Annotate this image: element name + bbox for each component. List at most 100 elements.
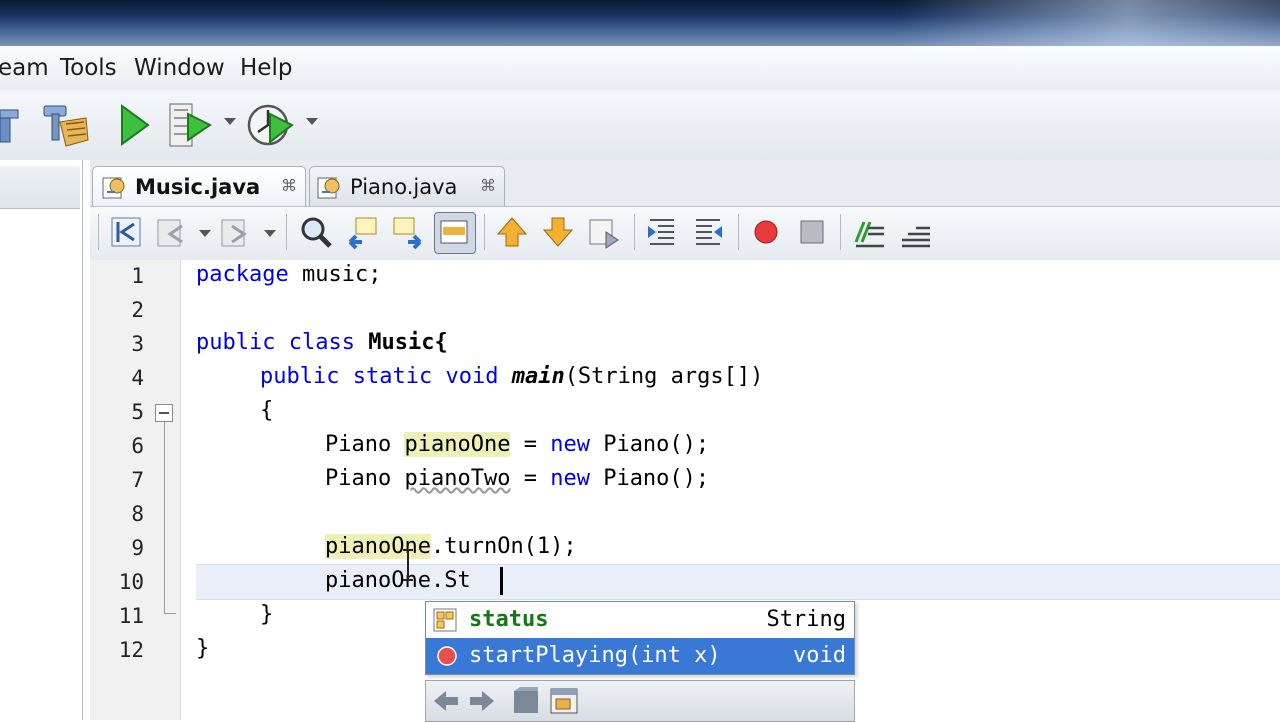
back-icon[interactable] — [152, 212, 192, 252]
debug-dropdown-icon[interactable] — [224, 118, 236, 125]
fold-guide-end — [164, 613, 176, 614]
type-name: Piano — [325, 432, 392, 457]
arrow-right-icon[interactable] — [466, 685, 498, 717]
completion-item-startplaying[interactable]: startPlaying(int x) void — [426, 638, 854, 674]
method-name: main — [511, 364, 565, 389]
close-icon[interactable]: ⌘ — [480, 176, 496, 195]
menu-team[interactable]: eam — [0, 55, 49, 81]
line-number: 2 — [131, 298, 144, 322]
open-browser-icon[interactable] — [548, 685, 580, 717]
toolbar-separator — [634, 214, 635, 250]
completion-name: status — [469, 607, 549, 632]
code-line-10: pianoOne.St — [325, 568, 471, 593]
tab-music-java[interactable]: Music.java ⌘ — [92, 166, 306, 207]
i-beam-cursor-icon — [403, 549, 413, 581]
toggle-bookmark-icon[interactable] — [584, 212, 624, 252]
completion-item-status[interactable]: status String — [426, 602, 854, 638]
code-line-5: { — [260, 398, 274, 423]
find-next-icon[interactable] — [388, 212, 428, 252]
profile-dropdown-icon[interactable] — [306, 118, 318, 125]
profile-project-icon[interactable] — [244, 100, 300, 150]
code-line-12: } — [196, 636, 210, 661]
next-bookmark-icon[interactable] — [538, 212, 578, 252]
uncomment-icon[interactable] — [896, 212, 936, 252]
titlebar-glow — [900, 0, 1280, 46]
show-source-icon[interactable] — [510, 685, 542, 717]
code-line-3: public class Music{ — [196, 330, 448, 355]
type-name: Piano — [325, 466, 392, 491]
javadoc-toolbar — [425, 680, 855, 722]
back-dropdown-icon[interactable] — [199, 230, 211, 237]
variable-unused: pianoTwo — [404, 466, 511, 491]
projects-panel — [0, 160, 83, 720]
shift-line-right-icon[interactable] — [688, 212, 728, 252]
java-file-icon — [317, 177, 340, 199]
line-number: 10 — [118, 570, 144, 594]
line-number: 11 — [118, 604, 144, 628]
java-file-icon — [102, 177, 125, 199]
completion-type: void — [793, 643, 846, 668]
keyword: new — [550, 466, 590, 491]
line-number: 1 — [131, 264, 144, 288]
shift-line-left-icon[interactable] — [642, 212, 682, 252]
find-icon[interactable] — [296, 212, 336, 252]
code-text: = — [510, 432, 551, 457]
last-edit-icon[interactable] — [106, 212, 146, 252]
previous-bookmark-icon[interactable] — [492, 212, 532, 252]
menu-bar: eam Tools Window Help — [0, 46, 1280, 91]
fold-guide-line — [164, 422, 165, 614]
keyword: public — [196, 330, 276, 355]
keyword: static — [352, 364, 433, 389]
menu-help[interactable]: Help — [240, 55, 292, 81]
line-number: 7 — [131, 468, 144, 492]
code-line-4: public static void main(String args[]) — [260, 364, 763, 389]
variable-highlighted: pianoOne — [404, 432, 511, 457]
code-line-6: Piano pianoOne = new Piano(); — [325, 432, 709, 457]
keyword: new — [550, 432, 590, 457]
method-icon — [437, 646, 457, 666]
start-macro-recording-icon[interactable] — [746, 212, 786, 252]
toolbar-separator — [738, 214, 739, 250]
comment-icon[interactable] — [850, 212, 890, 252]
forward-dropdown-icon[interactable] — [264, 230, 276, 237]
field-icon — [433, 608, 457, 632]
line-number: 5 — [131, 400, 144, 424]
toolbar-separator — [98, 214, 99, 250]
toggle-highlight-search-icon[interactable] — [434, 212, 476, 254]
toolbar-separator — [286, 214, 287, 250]
projects-panel-header — [0, 166, 80, 209]
arrow-left-icon[interactable] — [430, 685, 462, 717]
code-line-9: pianoOne.turnOn(1); — [325, 534, 577, 559]
code-completion-popup: status String startPlaying(int x) void — [425, 601, 855, 675]
line-number: 6 — [131, 434, 144, 458]
line-number: 9 — [131, 536, 144, 560]
code-fold-toggle[interactable] — [155, 404, 173, 422]
code-text: Piano(); — [589, 466, 710, 491]
code-text: Piano(); — [589, 432, 710, 457]
keyword: package — [196, 262, 289, 287]
text-caret — [500, 567, 503, 595]
code-text: music; — [288, 262, 382, 287]
completion-name: startPlaying(int x) — [469, 643, 721, 668]
keyword: class — [288, 330, 355, 355]
line-number: 12 — [118, 638, 144, 662]
find-previous-icon[interactable] — [342, 212, 382, 252]
menu-window[interactable]: Window — [134, 55, 225, 81]
completion-type: String — [766, 607, 846, 632]
window-titlebar — [0, 0, 1280, 46]
menu-tools[interactable]: Tools — [60, 55, 117, 81]
close-icon[interactable]: ⌘ — [281, 176, 297, 195]
line-number: 3 — [131, 332, 144, 356]
stop-macro-recording-icon[interactable] — [792, 212, 832, 252]
debug-project-icon[interactable] — [164, 100, 220, 150]
tab-label: Music.java — [135, 175, 261, 199]
line-number: 8 — [131, 502, 144, 526]
keyword: void — [445, 364, 499, 389]
tab-label: Piano.java — [350, 175, 458, 199]
run-project-icon[interactable] — [110, 100, 166, 150]
line-number: 4 — [131, 366, 144, 390]
tab-piano-java[interactable]: Piano.java ⌘ — [309, 166, 505, 207]
forward-icon[interactable] — [216, 212, 256, 252]
clean-build-icon[interactable] — [36, 100, 92, 150]
class-name: Music{ — [368, 330, 448, 355]
